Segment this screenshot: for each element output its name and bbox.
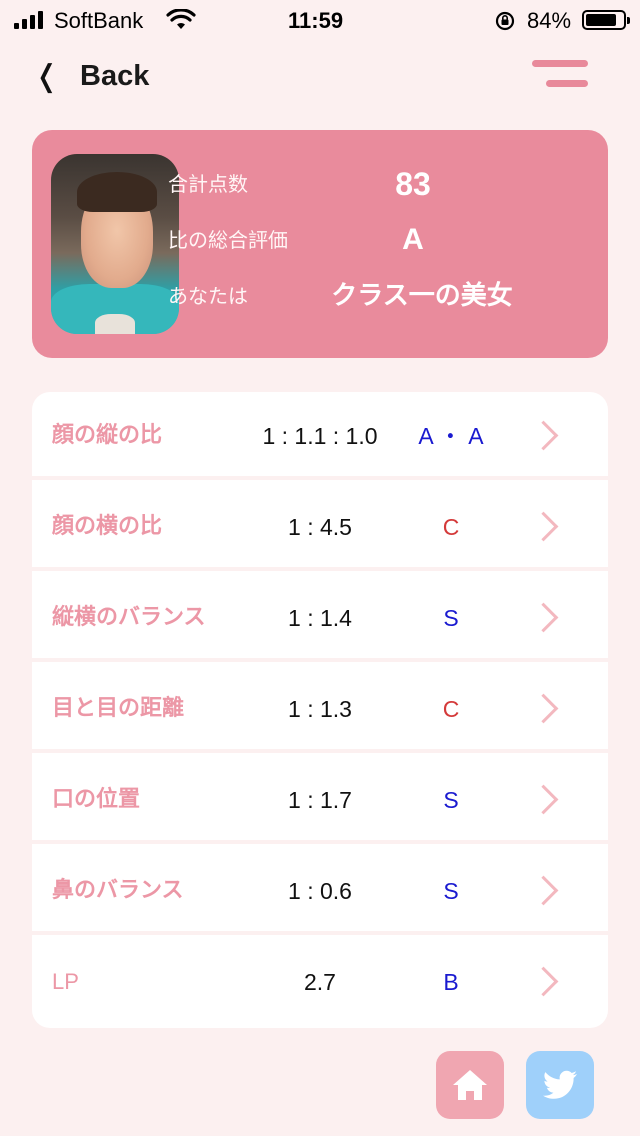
item-label: 鼻のバランス [52, 878, 184, 903]
chevron-right-icon [530, 784, 560, 816]
total-score-row: 合計点数 83 [168, 164, 568, 204]
item-label: 口の位置 [52, 787, 141, 812]
item-label: 目と目の距離 [52, 696, 185, 721]
item-grade: A ・ A [418, 423, 484, 449]
item-ratio: 1 : 1.4 [288, 605, 352, 631]
total-score-value: 83 [395, 166, 431, 202]
chevron-right-icon [530, 875, 560, 907]
item-grade: B [443, 969, 459, 995]
back-button[interactable]: ❬ Back [34, 56, 149, 96]
rotation-lock-icon [495, 11, 515, 31]
user-photo [51, 154, 179, 334]
list-item[interactable]: 顔の縦の比 1 : 1.1 : 1.0 A ・ A [32, 392, 608, 480]
battery-icon [582, 10, 630, 30]
chevron-right-icon [530, 420, 560, 452]
item-grade: S [443, 605, 459, 631]
menu-button[interactable] [532, 58, 588, 90]
item-ratio: 1 : 4.5 [288, 514, 352, 540]
wifi-icon [166, 9, 196, 29]
item-label: 顔の横の比 [52, 514, 163, 539]
total-score-label: 合計点数 [168, 172, 248, 196]
item-ratio: 1 : 1.3 [288, 696, 352, 722]
twitter-button[interactable] [526, 1051, 594, 1119]
overall-rating-row: 比の総合評価 A [168, 220, 568, 260]
list-item[interactable]: 縦横のバランス 1 : 1.4 S [32, 574, 608, 662]
overall-rating-label: 比の総合評価 [168, 228, 288, 252]
chevron-right-icon [530, 966, 560, 998]
twitter-icon [543, 1070, 577, 1099]
overall-rating-value: A [402, 223, 424, 256]
item-ratio: 2.7 [304, 969, 336, 995]
chevron-right-icon [530, 511, 560, 543]
list-item[interactable]: LP 2.7 B [32, 938, 608, 1028]
back-label: Back [80, 59, 150, 92]
menu-icon [532, 60, 588, 67]
list-item[interactable]: 鼻のバランス 1 : 0.6 S [32, 847, 608, 935]
battery-percentage: 84% [527, 8, 572, 33]
home-button[interactable] [436, 1051, 504, 1119]
item-ratio: 1 : 1.7 [288, 787, 352, 813]
chevron-left-icon: ❬ [34, 58, 60, 94]
result-value: クラス一の美女 [331, 281, 513, 311]
item-grade: C [442, 514, 460, 540]
carrier-name: SoftBank [54, 8, 144, 33]
status-bar: SoftBank 11:59 84% [0, 0, 640, 40]
item-label: LP [52, 969, 79, 994]
item-grade: C [442, 696, 460, 722]
item-grade: S [443, 787, 459, 813]
item-label: 顔の縦の比 [52, 423, 163, 448]
signal-strength-icon [14, 11, 43, 29]
item-grade: S [443, 878, 459, 904]
result-row: あなたは クラス一の美女 [168, 276, 568, 316]
item-ratio: 1 : 0.6 [288, 878, 352, 904]
list-item[interactable]: 顔の横の比 1 : 4.5 C [32, 483, 608, 571]
list-item[interactable]: 口の位置 1 : 1.7 S [32, 756, 608, 844]
chevron-right-icon [530, 693, 560, 725]
item-label: 縦横のバランス [52, 605, 206, 630]
chevron-right-icon [530, 602, 560, 634]
list-item[interactable]: 目と目の距離 1 : 1.3 C [32, 665, 608, 753]
clock: 11:59 [288, 8, 344, 33]
home-icon [453, 1070, 487, 1100]
item-ratio: 1 : 1.1 : 1.0 [262, 423, 378, 449]
metrics-list: 顔の縦の比 1 : 1.1 : 1.0 A ・ A 顔の横の比 1 : 4.5 … [32, 392, 608, 1028]
result-label: あなたは [168, 284, 248, 308]
